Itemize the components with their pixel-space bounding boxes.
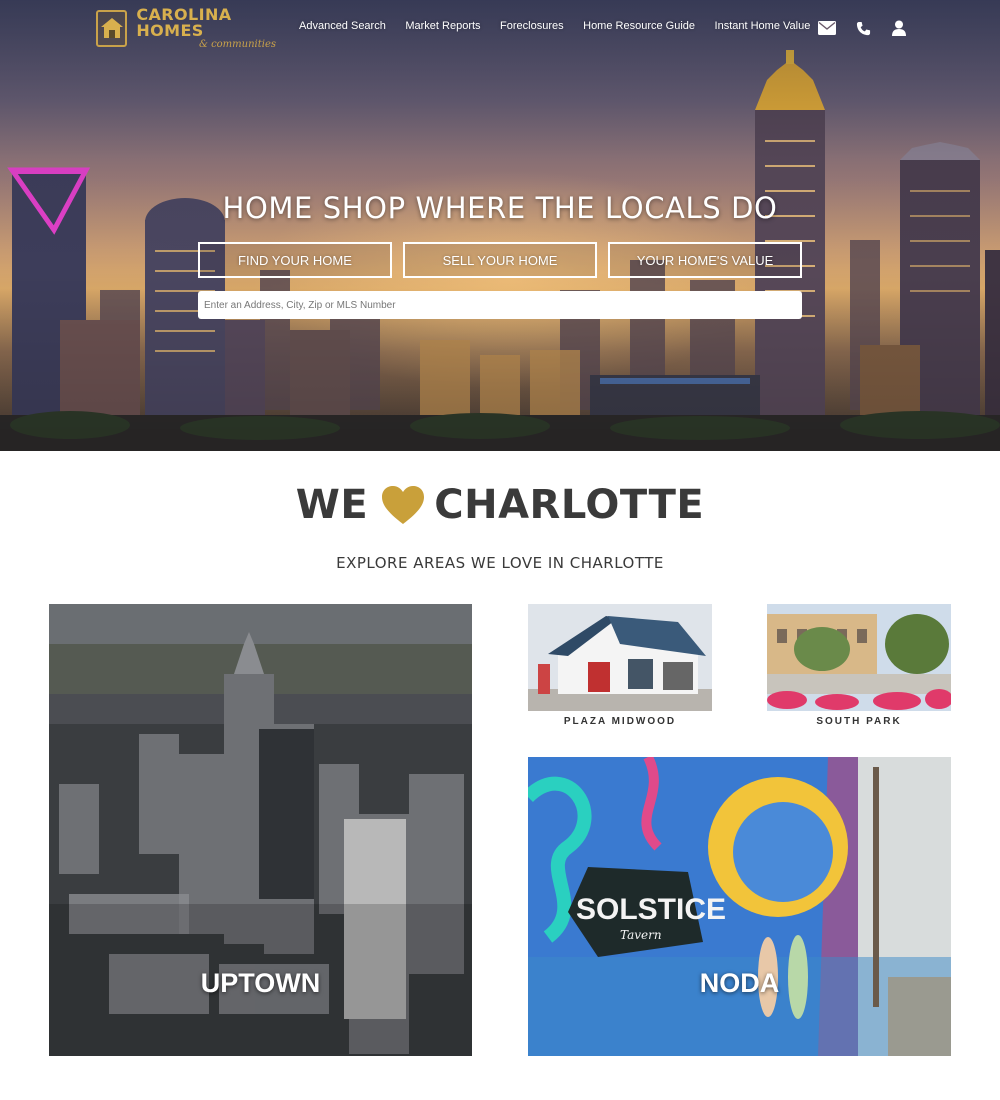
hero-title: HOME SHOP WHERE THE LOCALS DO <box>222 191 778 225</box>
tile-label-plaza-midwood[interactable]: PLAZA MIDWOOD <box>528 716 712 727</box>
property-search-input[interactable] <box>198 291 802 319</box>
hero-overlay <box>0 0 1000 451</box>
envelope-icon[interactable] <box>818 19 836 37</box>
nav-link-advanced-search[interactable]: Advanced Search <box>299 20 386 32</box>
section-title: WE CHARLOTTE <box>0 480 1000 530</box>
noda-mural-image: SOLSTICE Tavern <box>528 757 951 1056</box>
heart-icon <box>382 486 425 524</box>
hero-banner: CAROLINA HOMES & communities Advanced Se… <box>0 0 1000 451</box>
nav-link-market-reports[interactable]: Market Reports <box>405 20 480 32</box>
phone-icon[interactable] <box>854 19 872 37</box>
tile-label-noda: NODA <box>699 968 780 998</box>
area-tile-noda[interactable]: SOLSTICE Tavern NODA <box>528 757 951 1056</box>
sell-your-home-button[interactable]: SELL YOUR HOME <box>403 242 597 278</box>
area-tile-plaza-midwood[interactable] <box>528 604 712 711</box>
area-tile-south-park[interactable] <box>767 604 951 711</box>
brand-tagline: & communities <box>198 38 276 50</box>
nav-link-foreclosures[interactable]: Foreclosures <box>500 20 564 32</box>
section-title-left: WE <box>295 482 369 528</box>
top-nav: CAROLINA HOMES & communities Advanced Se… <box>0 0 1000 56</box>
nav-link-instant-home-value[interactable]: Instant Home Value <box>715 20 811 32</box>
user-icon[interactable] <box>890 19 908 37</box>
brand-name: CAROLINA HOMES <box>136 4 232 40</box>
your-homes-value-button[interactable]: YOUR HOME'S VALUE <box>608 242 802 278</box>
section-subtitle: EXPLORE AREAS WE LOVE IN CHARLOTTE <box>336 554 664 572</box>
south-park-image <box>767 604 951 711</box>
nav-links: Advanced Search Market Reports Foreclosu… <box>299 20 830 32</box>
tile-label-uptown: UPTOWN <box>200 968 321 998</box>
find-your-home-button[interactable]: FIND YOUR HOME <box>198 242 392 278</box>
area-tile-uptown[interactable]: UPTOWN <box>49 604 472 1056</box>
brand-logo[interactable]: CAROLINA HOMES & communities <box>96 4 276 50</box>
plaza-midwood-image <box>528 604 712 711</box>
section-title-right: CHARLOTTE <box>434 482 705 528</box>
house-logo-icon <box>96 9 128 47</box>
mural-sign-subtext: Tavern <box>620 928 662 942</box>
nav-link-home-resource-guide[interactable]: Home Resource Guide <box>583 20 695 32</box>
nav-icons <box>818 19 926 37</box>
mural-sign-text: SOLSTICE <box>576 893 726 926</box>
tile-label-south-park[interactable]: SOUTH PARK <box>767 716 951 727</box>
